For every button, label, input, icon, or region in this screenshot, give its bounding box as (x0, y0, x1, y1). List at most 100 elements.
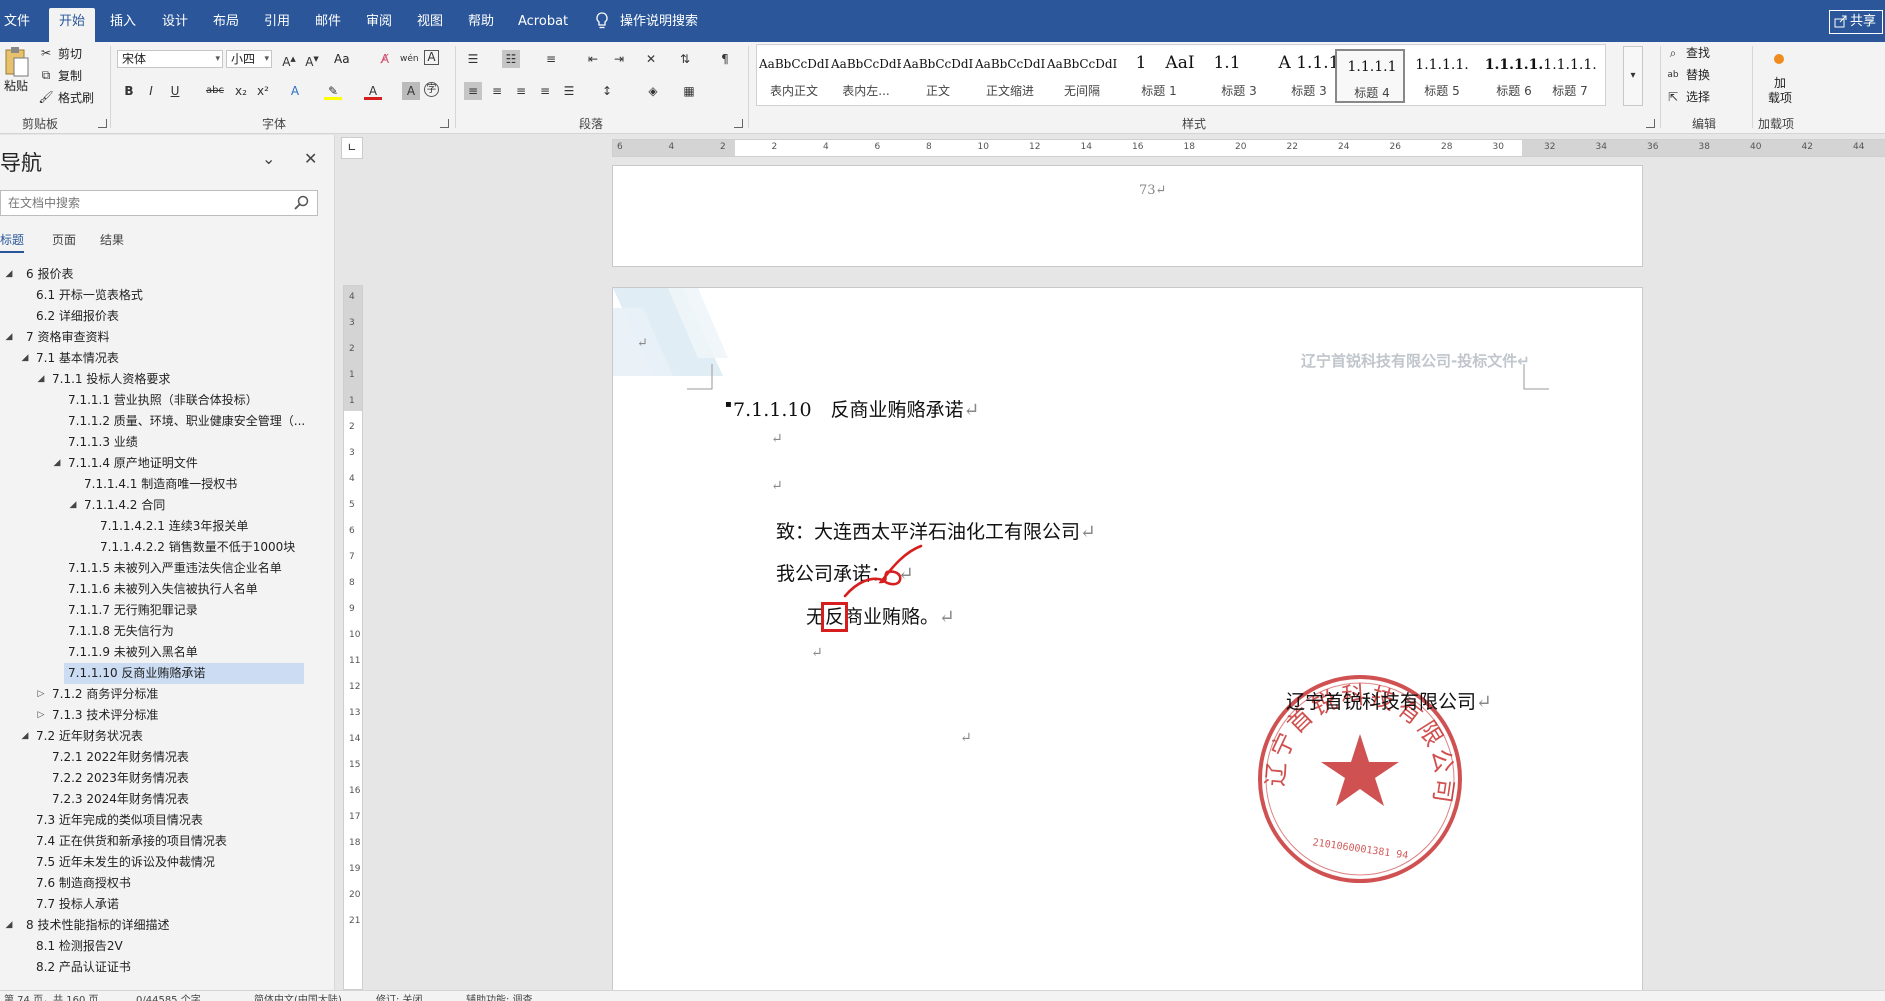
nav-item[interactable]: 8.2 产品认证证书 (0, 957, 318, 978)
addins-icon[interactable] (1770, 50, 1788, 68)
tab-help[interactable]: 帮助 (468, 12, 494, 32)
superscript-icon[interactable]: x² (254, 82, 272, 100)
phonetic-guide-icon[interactable]: wén (400, 50, 419, 68)
align-center-icon[interactable]: ≡ (488, 82, 506, 100)
tell-me-search[interactable]: 操作说明搜索 (620, 12, 698, 32)
style-item[interactable]: 1.1.1.1. 标题 7 (1535, 49, 1605, 103)
tab-selector-icon[interactable]: ∟ (341, 137, 363, 159)
chevron-down-icon[interactable]: ⌄ (262, 149, 275, 168)
expand-arrow-icon[interactable]: ▷ (36, 705, 46, 726)
collapse-arrow-icon[interactable]: ◢ (4, 327, 14, 348)
nav-item[interactable]: 7.1.1.9 未被列入黑名单 (0, 642, 318, 663)
copy-button[interactable]: 复制 (58, 68, 82, 84)
vertical-ruler[interactable]: 4 3 2 1 1 2 3 4 5 6 7 8 9 10 11 12 13 14 15 16 17 18 19 20 21 (343, 285, 363, 990)
tab-file[interactable]: 文件 (4, 12, 30, 32)
tab-layout[interactable]: 布局 (213, 12, 239, 32)
style-item[interactable]: 1.1 标题 3 (1197, 49, 1269, 103)
nav-item[interactable]: 7.1.1.1 营业执照（非联合体投标） (0, 390, 318, 411)
addins-button[interactable]: 加 载项 (1768, 76, 1792, 106)
status-track-changes[interactable]: 修订: 关闭 (376, 991, 423, 1001)
align-left-icon[interactable]: ≡ (464, 82, 482, 100)
search-icon[interactable] (293, 195, 309, 211)
distributed-icon[interactable]: ☰ (560, 82, 578, 100)
status-language[interactable]: 简体中文(中国大陆) (254, 991, 342, 1001)
nav-item[interactable]: ◢ 7.1.1 投标人资格要求 (0, 369, 318, 390)
shrink-font-icon[interactable]: A▼ (303, 50, 321, 69)
style-item[interactable]: AaBbCcDdI 正文 (903, 49, 973, 103)
align-right-icon[interactable]: ≡ (512, 82, 530, 100)
grow-font-icon[interactable]: A▲ (280, 50, 298, 69)
font-color-icon[interactable]: A (364, 82, 382, 100)
body-line[interactable]: 无反商业贿赂。↵ (806, 602, 955, 632)
styles-more-button[interactable]: ▾ (1623, 46, 1643, 106)
status-page[interactable]: 第 74 页，共 160 页 (4, 991, 99, 1001)
bold-icon[interactable]: B (120, 82, 138, 100)
nav-item[interactable]: 7.1.1.4.2.1 连续3年报关单 (0, 516, 318, 537)
nav-item[interactable]: ◢ 7 资格审查资料 (0, 327, 318, 348)
share-button[interactable]: 共享 (1829, 10, 1883, 34)
nav-item[interactable]: 7.2.1 2022年财务情况表 (0, 747, 318, 768)
justify-icon[interactable]: ≡ (536, 82, 554, 100)
nav-item[interactable]: 7.1.1.4.1 制造商唯一授权书 (0, 474, 318, 495)
character-shading-icon[interactable]: A (402, 82, 420, 100)
chinese-layout-icon[interactable]: ✕ (642, 50, 660, 68)
text-effects-icon[interactable]: A (286, 82, 304, 100)
tab-references[interactable]: 引用 (264, 12, 290, 32)
tab-insert[interactable]: 插入 (110, 12, 136, 32)
strikethrough-icon[interactable]: abc (206, 82, 224, 100)
show-marks-icon[interactable]: ¶ (716, 50, 734, 68)
paste-button[interactable]: 粘贴 (4, 78, 28, 94)
sort-icon[interactable]: ⇅ (676, 50, 694, 68)
nav-item[interactable]: 7.1.1.7 无行贿犯罪记录 (0, 600, 318, 621)
numbering-icon[interactable]: ☷ (502, 50, 520, 68)
document-page[interactable]: ↵ 辽宁首锐科技有限公司-投标文件↵ ▪ 7.1.1.10 反商业贿赂承诺↵ ↵… (612, 287, 1643, 990)
collapse-arrow-icon[interactable]: ◢ (68, 495, 78, 516)
paragraph-launcher-icon[interactable] (734, 119, 743, 128)
nav-item[interactable]: 7.5 近年未发生的诉讼及仲裁情况 (0, 852, 318, 873)
collapse-arrow-icon[interactable]: ◢ (52, 453, 62, 474)
select-button[interactable]: 选择 (1686, 89, 1710, 105)
tab-design[interactable]: 设计 (162, 12, 188, 32)
style-item-selected[interactable]: 1.1.1.1 标题 4 (1335, 49, 1405, 103)
nav-item[interactable]: 6.1 开标一览表格式 (0, 285, 318, 306)
nav-item[interactable]: ▷ 7.1.3 技术评分标准 (0, 705, 318, 726)
italic-icon[interactable]: I (142, 82, 160, 100)
nav-item[interactable]: 7.1.1.8 无失信行为 (0, 621, 318, 642)
nav-item[interactable]: 7.3 近年完成的类似项目情况表 (0, 810, 318, 831)
tab-mailings[interactable]: 邮件 (315, 12, 341, 32)
highlight-color-icon[interactable]: ✎ (324, 82, 342, 100)
tab-home[interactable]: 开始 (49, 8, 96, 42)
nav-item[interactable]: ▷ 7.1.2 商务评分标准 (0, 684, 318, 705)
increase-indent-icon[interactable]: ⇥ (610, 50, 628, 68)
style-item[interactable]: AaBbCcDdEe 表内左... (831, 49, 901, 103)
nav-tab-pages[interactable]: 页面 (52, 231, 76, 248)
tab-acrobat[interactable]: Acrobat (518, 12, 568, 32)
nav-item[interactable]: 7.1.1.2 质量、环境、职业健康安全管理（... (0, 411, 318, 432)
doc-heading[interactable]: 7.1.1.10 反商业贿赂承诺↵ (733, 395, 979, 422)
underline-icon[interactable]: U (166, 82, 184, 100)
change-case-button[interactable]: Aa (334, 51, 350, 67)
nav-item[interactable]: 7.1.1.6 未被列入失信被执行人名单 (0, 579, 318, 600)
style-item[interactable]: AaBbCcDdI 无间隔 (1047, 49, 1117, 103)
replace-button[interactable]: 替换 (1686, 67, 1710, 83)
close-icon[interactable]: ✕ (304, 149, 317, 168)
borders-icon[interactable]: ▦ (680, 82, 698, 100)
nav-item[interactable]: 7.7 投标人承诺 (0, 894, 318, 915)
nav-tab-headings[interactable]: 标题 (0, 231, 25, 253)
nav-item[interactable]: 6.2 详细报价表 (0, 306, 318, 327)
nav-item[interactable]: 7.2.3 2024年财务情况表 (0, 789, 318, 810)
nav-item[interactable]: ◢ 7.1.1.4 原产地证明文件 (0, 453, 318, 474)
shading-icon[interactable]: ◈ (644, 82, 662, 100)
tab-view[interactable]: 视图 (417, 12, 443, 32)
style-item[interactable]: 1.1.1.1. 标题 5 (1407, 49, 1477, 103)
clipboard-launcher-icon[interactable] (98, 119, 107, 128)
font-size-select[interactable]: 小四 ▾ (226, 50, 272, 68)
nav-item[interactable]: 8.1 检测报告2V (0, 936, 318, 957)
nav-item-selected[interactable]: 7.1.1.10 反商业贿赂承诺 (0, 663, 318, 684)
expand-arrow-icon[interactable]: ▷ (36, 684, 46, 705)
nav-tab-results[interactable]: 结果 (100, 231, 124, 248)
collapse-arrow-icon[interactable]: ◢ (4, 915, 14, 936)
character-border-icon[interactable]: A (424, 50, 439, 65)
nav-item[interactable]: 7.1.1.4.2.2 销售数量不低于1000块 (0, 537, 318, 558)
nav-item[interactable]: ◢ 8 技术性能指标的详细描述 (0, 915, 318, 936)
